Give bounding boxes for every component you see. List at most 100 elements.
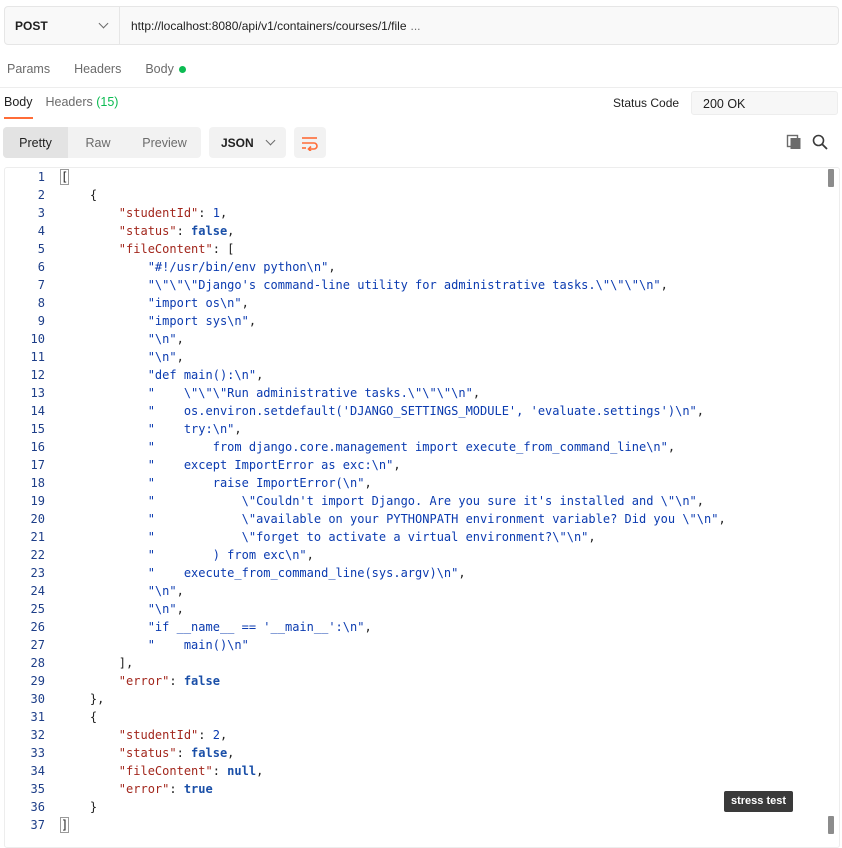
code-token: , (234, 422, 242, 436)
line-number: 22 (30, 548, 45, 562)
line-number: 34 (30, 764, 45, 778)
code-line: { (61, 708, 726, 726)
code-token: , (176, 332, 184, 346)
method-select[interactable]: POST (5, 7, 120, 44)
code-token: " \"forget to activate a virtual environ… (147, 530, 589, 544)
code-token: false (183, 674, 220, 688)
code-token: " \"Couldn't import Django. Are you sure… (147, 494, 697, 508)
code-token: , (219, 728, 228, 742)
code-token: 1 (212, 206, 220, 220)
code-token: " os.environ.setdefault('DJANGO_SETTINGS… (147, 404, 697, 418)
code-token: , (176, 602, 184, 616)
code-token: , (696, 404, 705, 418)
code-line: }, (61, 690, 726, 708)
code-token: : (176, 746, 192, 760)
code-token: "#!/usr/bin/env python\n" (147, 260, 329, 274)
url-input[interactable]: http://localhost:8080/api/v1/containers/… (120, 7, 838, 44)
tab-response-headers[interactable]: Headers (15) (46, 95, 119, 119)
code-line: "if __name__ == '__main__':\n", (61, 618, 726, 636)
line-number: 28 (30, 656, 45, 670)
code-line: "fileContent": [ (61, 240, 726, 258)
preview-button[interactable]: Preview (128, 127, 201, 158)
code-token: " \"available on your PYTHONPATH environ… (147, 512, 719, 526)
code-token: , (588, 530, 596, 544)
code-token: "import sys\n" (147, 314, 249, 328)
code-token: [ (59, 169, 70, 185)
code-token: : (176, 224, 192, 238)
code-token: : (169, 782, 184, 796)
code-line: "status": false, (61, 744, 726, 762)
pretty-button[interactable]: Pretty (3, 127, 68, 158)
code-token: "\n" (147, 332, 177, 346)
line-number: 31 (30, 710, 45, 724)
tab-params[interactable]: Params (7, 62, 50, 76)
code-line: " \"available on your PYTHONPATH environ… (61, 510, 726, 528)
code-line: "def main():\n", (61, 366, 726, 384)
tab-body[interactable]: Body (145, 62, 186, 76)
scrollbar-thumb-bottom[interactable] (828, 816, 834, 834)
language-select[interactable]: JSON (209, 127, 286, 158)
code-token: , (176, 584, 184, 598)
line-number: 25 (30, 602, 45, 616)
line-number: 26 (30, 620, 45, 634)
search-icon[interactable] (812, 134, 828, 153)
wrap-lines-button[interactable] (294, 127, 326, 158)
response-body-editor[interactable]: 1 2 3 4 5 6 7 8 9 10 11 12 13 14 15 16 17 18 19 20 21 22 23 24 2… (4, 167, 840, 848)
code-line: " try:\n", (61, 420, 726, 438)
method-label: POST (15, 18, 48, 33)
code-token: , (219, 206, 228, 220)
code-line: "error": false (61, 672, 726, 690)
line-number-gutter: 1 2 3 4 5 6 7 8 9 10 11 12 13 14 15 16 17 18 19 20 21 22 23 24 2… (5, 168, 45, 834)
line-number: 19 (30, 494, 45, 508)
code-token: " raise ImportError(\n" (147, 476, 365, 490)
code-content: [ { "studentId": 1, "status": false, "fi… (59, 168, 726, 834)
code-token: , (364, 620, 372, 634)
code-token: 2 (212, 728, 220, 742)
line-number: 12 (30, 368, 45, 382)
code-token: ] (59, 817, 70, 833)
tab-body-label: Body (145, 62, 174, 76)
line-number: 33 (30, 746, 45, 760)
tab-response-body[interactable]: Body (4, 95, 33, 119)
code-line: "studentId": 2, (61, 726, 726, 744)
line-number: 1 (37, 170, 45, 184)
code-token: "def main():\n" (147, 368, 257, 382)
code-token: : (212, 764, 228, 778)
line-number: 37 (30, 818, 45, 832)
code-token: ], (61, 656, 134, 670)
code-token: "status" (118, 746, 177, 760)
tab-headers[interactable]: Headers (74, 62, 121, 76)
code-token: "\n" (147, 350, 177, 364)
code-token: " execute_from_command_line(sys.argv)\n" (147, 566, 459, 580)
line-number: 5 (37, 242, 45, 256)
line-number: 24 (30, 584, 45, 598)
line-number: 17 (30, 458, 45, 472)
code-line: " except ImportError as exc:\n", (61, 456, 726, 474)
code-token: null (227, 764, 257, 778)
code-token: , (248, 314, 257, 328)
line-number: 21 (30, 530, 45, 544)
code-token: , (364, 476, 372, 490)
raw-button[interactable]: Raw (68, 127, 128, 158)
code-line: ] (59, 816, 726, 834)
code-token: , (227, 224, 235, 238)
scrollbar-thumb-top[interactable] (828, 169, 834, 187)
copy-icon[interactable] (786, 134, 802, 153)
code-token: , (696, 494, 705, 508)
code-token: "import os\n" (147, 296, 242, 310)
code-line: "error": true (61, 780, 726, 798)
code-token: , (328, 260, 336, 274)
